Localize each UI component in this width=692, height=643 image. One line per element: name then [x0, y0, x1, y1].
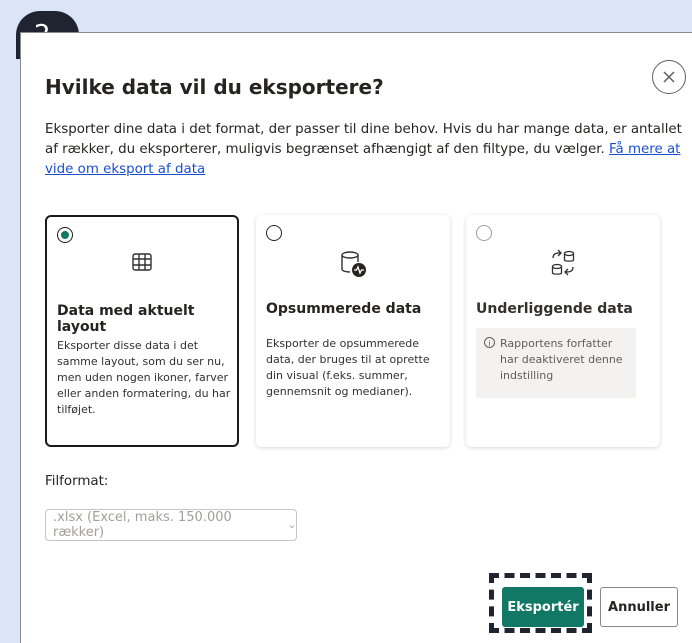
disabled-info-text: Rapportens forfatter har deaktiveret den…	[500, 337, 623, 382]
radio-current-layout[interactable]	[57, 227, 73, 243]
chevron-down-icon: ⌄	[287, 519, 296, 531]
option-title: Underliggende data	[476, 301, 633, 317]
option-description: Eksporter disse data i det samme layout,…	[57, 339, 231, 416]
description-text: Eksporter dine data i det format, der pa…	[45, 122, 682, 157]
close-icon	[663, 71, 675, 83]
cancel-button-label: Annuller	[608, 599, 670, 615]
table-grid-icon	[131, 251, 153, 277]
export-button[interactable]: Eksportér	[502, 587, 584, 627]
cancel-button[interactable]: Annuller	[600, 587, 678, 627]
option-card-summarized[interactable]: Opsummerede data Eksporter de opsummered…	[256, 215, 450, 447]
database-swap-icon	[549, 249, 577, 283]
radio-underlying	[476, 225, 492, 241]
info-icon: i	[484, 337, 495, 348]
dialog-title: Hvilke data vil du eksportere?	[45, 75, 384, 99]
export-button-label: Eksportér	[507, 599, 579, 615]
dialog-description: Eksporter dine data i det format, der pa…	[45, 120, 685, 180]
option-title: Data med aktuelt layout	[57, 303, 195, 335]
file-format-value: .xlsx (Excel, maks. 150.000 rækker)	[53, 510, 232, 540]
option-title: Opsummerede data	[266, 301, 422, 317]
option-card-underlying: Underliggende data i Rapportens forfatte…	[466, 215, 660, 447]
file-format-dropdown[interactable]: .xlsx (Excel, maks. 150.000 rækker) ⌄	[45, 509, 297, 541]
file-format-label: Filformat:	[45, 474, 109, 489]
close-button[interactable]	[652, 60, 686, 94]
database-pulse-icon	[338, 249, 368, 283]
radio-summarized[interactable]	[266, 225, 282, 241]
option-description: Eksporter de opsummerede data, der bruge…	[266, 337, 430, 398]
option-card-current-layout[interactable]: Data med aktuelt layout Eksporter disse …	[45, 215, 239, 447]
disabled-info-box: i Rapportens forfatter har deaktiveret d…	[476, 328, 636, 398]
